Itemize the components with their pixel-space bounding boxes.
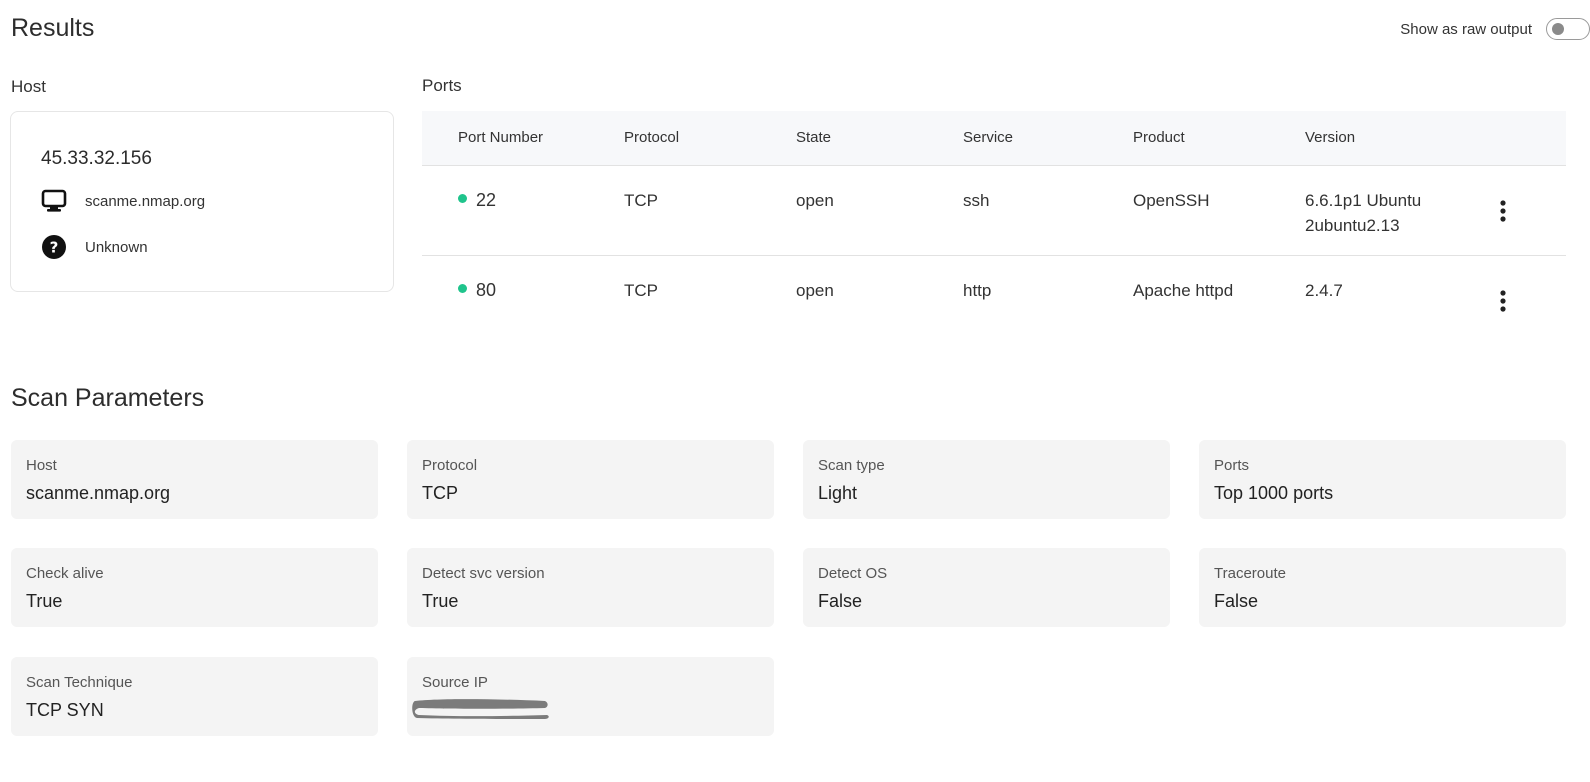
service-cell: http [963,281,992,300]
service-cell: ssh [963,191,990,210]
param-value: False [818,591,863,611]
param-label: Ports [1214,457,1250,474]
status-dot-icon [458,194,467,203]
kebab-menu-icon[interactable] [1492,289,1514,322]
param-label: Detect svc version [422,565,545,582]
host-card: 45.33.32.156 scanme.nmap.org ? Unknown [10,111,394,292]
param-card-scan-technique: Scan Technique TCP SYN [11,657,378,736]
results-title: Results [11,14,95,42]
protocol-cell: TCP [624,191,658,210]
param-value: scanme.nmap.org [26,483,171,503]
host-hostname-row: scanme.nmap.org [41,188,205,214]
scan-parameters-heading: Scan Parameters [11,384,205,412]
param-card-ports: Ports Top 1000 ports [1199,440,1566,519]
question-circle-icon: ? [41,234,67,260]
port-number: 80 [476,280,497,300]
monitor-icon [41,188,67,214]
param-label: Detect OS [818,565,888,582]
param-label: Source IP [422,674,488,691]
param-card-traceroute: Traceroute False [1199,548,1566,627]
param-value: TCP SYN [26,700,104,720]
param-label: Host [26,457,57,474]
raw-output-label: Show as raw output [1400,20,1532,38]
column-header-protocol[interactable]: Protocol [624,129,679,146]
table-row: 80 TCP open http Apache httpd 2.4.7 [422,256,1566,346]
port-number-cell: 22 [458,188,496,213]
param-card-source-ip: Source IP [407,657,774,736]
state-cell: open [796,191,834,210]
param-card-protocol: Protocol TCP [407,440,774,519]
host-heading: Host [11,77,46,96]
ports-table-header: Port Number Protocol State Service Produ… [422,111,1566,166]
param-value: True [26,591,63,611]
protocol-cell: TCP [624,281,658,300]
ports-heading: Ports [422,76,462,95]
column-header-version[interactable]: Version [1305,129,1465,146]
port-number-cell: 80 [458,278,496,303]
host-os-row: ? Unknown [41,234,148,260]
column-header-product[interactable]: Product [1133,129,1185,146]
table-row: 22 TCP open ssh OpenSSH 6.6.1p1 Ubuntu 2… [422,166,1566,256]
toggle-knob [1552,23,1564,35]
param-label: Protocol [422,457,478,474]
product-cell: Apache httpd [1133,281,1234,300]
version-cell: 6.6.1p1 Ubuntu 2ubuntu2.13 [1305,191,1422,235]
host-hostname: scanme.nmap.org [85,192,206,210]
param-value: Light [818,483,858,503]
status-dot-icon [458,284,467,293]
param-card-detect-os: Detect OS False [803,548,1170,627]
kebab-menu-icon[interactable] [1492,199,1514,232]
host-ip: 45.33.32.156 [41,148,152,169]
column-header-port-number[interactable]: Port Number [458,129,543,146]
column-header-service[interactable]: Service [963,129,1013,146]
column-header-state[interactable]: State [796,129,831,146]
version-cell: 2.4.7 [1305,281,1343,300]
state-cell: open [796,281,834,300]
port-number: 22 [476,190,497,210]
host-os: Unknown [85,238,148,256]
product-cell: OpenSSH [1133,191,1210,210]
raw-output-toggle-group: Show as raw output [1400,18,1590,40]
param-label: Check alive [26,565,104,582]
param-card-scan-type: Scan type Light [803,440,1170,519]
param-card-check-alive: Check alive True [11,548,378,627]
param-value: True [422,591,459,611]
param-label: Scan Technique [26,674,133,691]
param-label: Traceroute [1214,565,1286,582]
redacted-value [412,699,549,719]
ports-table: Port Number Protocol State Service Produ… [422,111,1566,346]
svg-text:?: ? [50,239,59,257]
param-value: Top 1000 ports [1214,483,1334,503]
param-value: TCP [422,483,458,503]
param-card-host: Host scanme.nmap.org [11,440,378,519]
param-value: False [1214,591,1259,611]
param-label: Scan type [818,457,885,474]
param-card-detect-svc-version: Detect svc version True [407,548,774,627]
raw-output-toggle[interactable] [1546,18,1590,40]
